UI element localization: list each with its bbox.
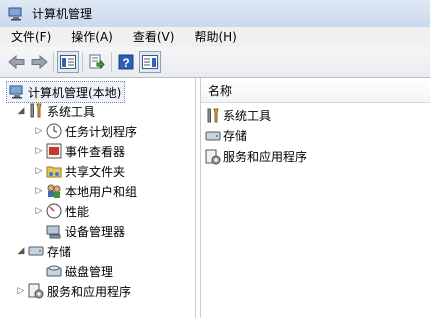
export-list-button[interactable]: [86, 51, 108, 73]
help-icon: ?: [118, 54, 134, 70]
export-list-icon: [89, 54, 105, 70]
list-item[interactable]: 存储: [205, 126, 247, 145]
tree-item-device-manager[interactable]: 设备管理器: [44, 221, 125, 241]
toolbar: ?: [0, 47, 430, 78]
list-item-label: 服务和应用程序: [223, 150, 308, 164]
tree-item-storage[interactable]: ◢ 存储: [16, 241, 71, 261]
svg-text:?: ?: [122, 56, 129, 70]
column-header-label: 名称: [208, 83, 233, 98]
show-hide-action-pane-icon: [142, 55, 158, 69]
tree-item-label: 事件查看器: [65, 144, 126, 159]
list-item[interactable]: 系统工具: [205, 106, 271, 125]
tree-item-system-tools[interactable]: ◢ 系统工具: [16, 101, 95, 121]
shared-folder-icon: [46, 166, 62, 178]
show-hide-tree-button[interactable]: [57, 51, 79, 73]
list-item[interactable]: 服务和应用程序: [205, 147, 307, 166]
collapse-arrow-icon[interactable]: ◢: [16, 106, 26, 116]
tree-item-root[interactable]: 计算机管理(本地): [6, 81, 126, 103]
tree-item-services-apps[interactable]: ▷ 服务和应用程序: [16, 281, 131, 301]
menu-action[interactable]: 操作(A): [62, 27, 122, 47]
expand-arrow-icon[interactable]: ▷: [34, 146, 44, 156]
expand-arrow-icon[interactable]: ▷: [34, 186, 44, 196]
toolbar-separator: [82, 52, 83, 72]
expand-arrow-icon[interactable]: ▷: [34, 166, 44, 176]
computer-management-icon: [8, 7, 22, 20]
tools-icon: [30, 103, 42, 118]
computer-management-icon: [9, 85, 23, 99]
list-item-label: 系统工具: [223, 109, 272, 123]
tree-item-label: 性能: [65, 204, 90, 219]
disk-management-icon: [46, 265, 62, 277]
services-icon: [28, 283, 44, 299]
tree-item-label: 本地用户和组: [65, 184, 138, 199]
forward-arrow-icon: [31, 55, 48, 69]
menu-bar: 文件(F) 操作(A) 查看(V) 帮助(H): [0, 27, 430, 47]
expand-arrow-icon[interactable]: ▷: [34, 126, 44, 136]
tree-item-label: 系统工具: [47, 104, 96, 119]
back-button[interactable]: [6, 51, 28, 73]
expand-arrow-icon[interactable]: ▷: [34, 206, 44, 216]
tree-item-disk-management[interactable]: 磁盘管理: [44, 261, 113, 281]
tree-item-event-viewer[interactable]: ▷ 事件查看器: [34, 141, 125, 161]
tools-icon: [207, 108, 219, 122]
clock-icon: [46, 123, 62, 139]
tree-item-label: 存储: [47, 244, 72, 259]
tree-item-label: 服务和应用程序: [47, 284, 132, 299]
show-hide-tree-icon: [60, 55, 76, 69]
window-title: 计算机管理: [32, 7, 93, 21]
storage-icon: [28, 246, 44, 256]
toolbar-separator: [53, 52, 54, 72]
toolbar-separator: [111, 52, 112, 72]
help-button[interactable]: ?: [115, 51, 137, 73]
menu-help[interactable]: 帮助(H): [185, 27, 245, 47]
device-manager-icon: [46, 225, 61, 239]
menu-view[interactable]: 查看(V): [124, 27, 184, 47]
expand-arrow-icon[interactable]: ▷: [16, 286, 26, 296]
tree-item-label: 设备管理器: [65, 224, 126, 239]
event-viewer-icon: [46, 143, 62, 159]
performance-gauge-icon: [46, 203, 62, 219]
services-icon: [205, 149, 221, 164]
column-header-name[interactable]: 名称: [201, 78, 430, 103]
tree-item-label: 共享文件夹: [65, 164, 126, 179]
list-item-label: 存储: [223, 129, 248, 143]
menu-file[interactable]: 文件(F): [2, 27, 60, 47]
users-icon: [47, 184, 61, 198]
back-arrow-icon: [8, 55, 25, 69]
show-hide-action-pane-button[interactable]: [139, 51, 161, 73]
tree-item-label: 任务计划程序: [65, 124, 138, 139]
collapse-arrow-icon[interactable]: ◢: [16, 246, 26, 256]
tree-item-performance[interactable]: ▷ 性能: [34, 201, 89, 221]
tree-item-label: 磁盘管理: [65, 264, 114, 279]
tree-item-label: 计算机管理(本地): [28, 85, 122, 100]
tree-item-task-scheduler[interactable]: ▷ 任务计划程序: [34, 121, 137, 141]
tree-item-shared-folders[interactable]: ▷ 共享文件夹: [34, 161, 125, 181]
forward-button[interactable]: [28, 51, 50, 73]
title-bar: 计算机管理: [0, 0, 430, 27]
storage-icon: [205, 131, 221, 140]
tree-item-local-users-groups[interactable]: ▷ 本地用户和组: [34, 181, 137, 201]
